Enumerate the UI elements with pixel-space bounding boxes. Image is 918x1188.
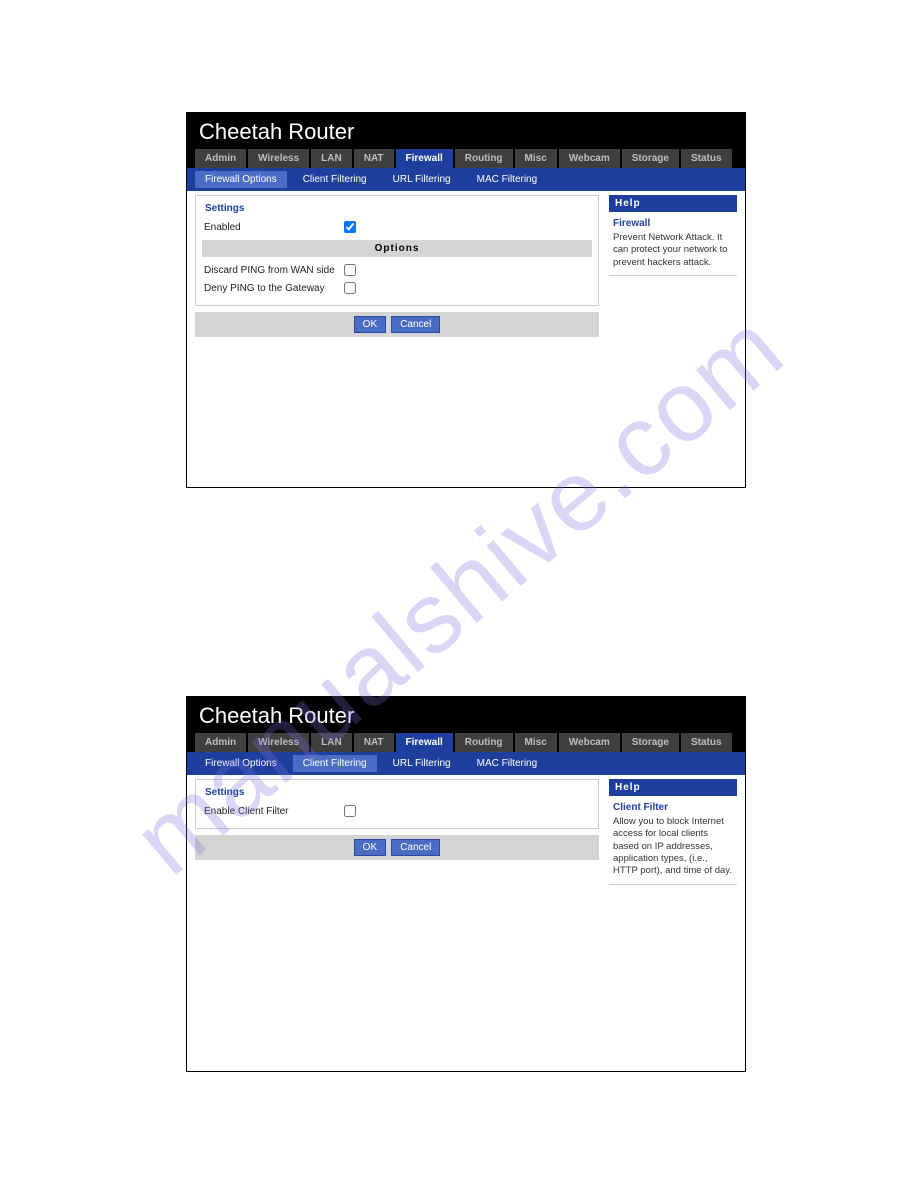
router-window-firewall-options: Cheetah Router Admin Wireless LAN NAT Fi… [186,112,746,488]
tab-status[interactable]: Status [681,733,732,752]
help-text: Allow you to block Internet access for l… [613,816,733,878]
subtab-client-filtering[interactable]: Client Filtering [293,171,377,188]
settings-legend: Settings [202,787,247,798]
subtab-client-filtering[interactable]: Client Filtering [293,755,377,772]
tab-wireless[interactable]: Wireless [248,733,309,752]
tab-misc[interactable]: Misc [515,149,557,168]
deny-ping-checkbox[interactable] [344,282,356,294]
enabled-checkbox[interactable] [344,221,356,233]
help-title: Client Filter [613,802,733,813]
ok-button[interactable]: OK [354,839,386,856]
sub-tab-bar: Firewall Options Client Filtering URL Fi… [187,752,745,775]
main-tab-bar: Admin Wireless LAN NAT Firewall Routing … [187,149,745,168]
tab-status[interactable]: Status [681,149,732,168]
tab-misc[interactable]: Misc [515,733,557,752]
brand-title: Cheetah Router [187,113,745,149]
help-header: Help [609,779,737,796]
button-bar: OK Cancel [195,312,599,337]
settings-fieldset: Settings Enable Client Filter [195,779,599,829]
tab-routing[interactable]: Routing [455,149,513,168]
options-header: Options [202,240,592,257]
help-title: Firewall [613,218,733,229]
help-header: Help [609,195,737,212]
tab-storage[interactable]: Storage [622,149,679,168]
ok-button[interactable]: OK [354,316,386,333]
tab-lan[interactable]: LAN [311,149,352,168]
enabled-label: Enabled [204,222,344,233]
discard-ping-checkbox[interactable] [344,264,356,276]
tab-nat[interactable]: NAT [354,149,394,168]
cancel-button[interactable]: Cancel [391,839,440,856]
tab-nat[interactable]: NAT [354,733,394,752]
main-tab-bar: Admin Wireless LAN NAT Firewall Routing … [187,733,745,752]
subtab-mac-filtering[interactable]: MAC Filtering [467,171,548,188]
tab-webcam[interactable]: Webcam [559,733,620,752]
enable-client-filter-label: Enable Client Filter [204,806,344,817]
tab-firewall[interactable]: Firewall [396,149,453,168]
sub-tab-bar: Firewall Options Client Filtering URL Fi… [187,168,745,191]
router-window-client-filtering: Cheetah Router Admin Wireless LAN NAT Fi… [186,696,746,1072]
deny-ping-label: Deny PING to the Gateway [204,283,344,294]
subtab-firewall-options[interactable]: Firewall Options [195,171,287,188]
help-panel: Help Firewall Prevent Network Attack. It… [609,195,737,479]
tab-routing[interactable]: Routing [455,733,513,752]
main-panel: Settings Enabled Options Discard PING fr… [195,195,599,479]
tab-admin[interactable]: Admin [195,149,246,168]
cancel-button[interactable]: Cancel [391,316,440,333]
settings-fieldset: Settings Enabled Options Discard PING fr… [195,195,599,306]
brand-title: Cheetah Router [187,697,745,733]
discard-ping-label: Discard PING from WAN side [204,265,344,276]
main-panel: Settings Enable Client Filter OK Cancel [195,779,599,1063]
tab-lan[interactable]: LAN [311,733,352,752]
tab-wireless[interactable]: Wireless [248,149,309,168]
subtab-url-filtering[interactable]: URL Filtering [383,171,461,188]
tab-webcam[interactable]: Webcam [559,149,620,168]
subtab-mac-filtering[interactable]: MAC Filtering [467,755,548,772]
enable-client-filter-checkbox[interactable] [344,805,356,817]
tab-firewall[interactable]: Firewall [396,733,453,752]
settings-legend: Settings [202,203,247,214]
help-text: Prevent Network Attack. It can protect y… [613,232,733,269]
button-bar: OK Cancel [195,835,599,860]
tab-storage[interactable]: Storage [622,733,679,752]
tab-admin[interactable]: Admin [195,733,246,752]
subtab-firewall-options[interactable]: Firewall Options [195,755,287,772]
subtab-url-filtering[interactable]: URL Filtering [383,755,461,772]
help-panel: Help Client Filter Allow you to block In… [609,779,737,1063]
